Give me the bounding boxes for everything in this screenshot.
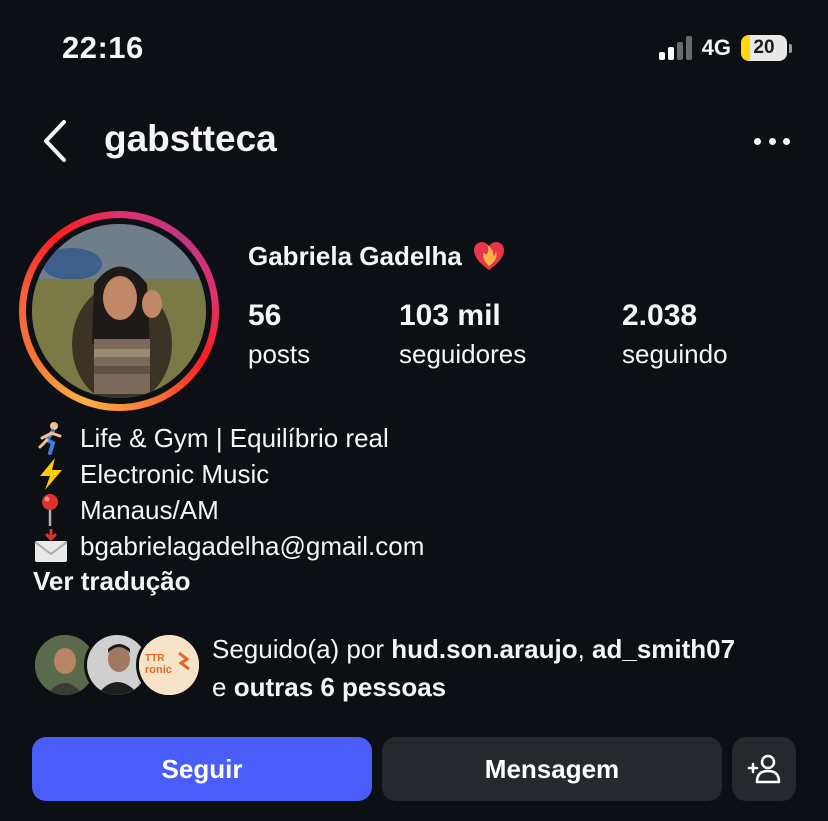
bio-line: Electronic Music — [33, 456, 424, 492]
profile-screen: 22:16 4G 20 gabstteca Gabriela Gadelha 5… — [0, 0, 828, 821]
network-type: 4G — [701, 35, 731, 60]
profile-avatar — [32, 224, 206, 398]
running-person-icon — [38, 422, 62, 455]
add-person-icon — [747, 754, 781, 784]
signal-icon — [658, 36, 692, 60]
bio-line: Manaus/AM — [33, 492, 424, 528]
bio-line: Life & Gym | Equilíbrio real — [33, 420, 424, 456]
bio-line: bgabrielagadelha@gmail.com — [33, 528, 424, 564]
status-indicators: 4G 20 — [658, 35, 792, 61]
pin-icon — [42, 494, 58, 526]
suggested-people-button[interactable] — [732, 737, 796, 801]
message-button[interactable]: Mensagem — [382, 737, 722, 801]
avatar-logo-text: TTR — [145, 653, 165, 664]
more-horizontal-icon[interactable] — [754, 126, 790, 156]
lightning-icon — [40, 458, 62, 490]
status-time: 22:16 — [62, 30, 144, 65]
see-translation-link[interactable]: Ver tradução — [33, 566, 191, 597]
followed-by-text[interactable]: Seguido(a) por hud.son.araujo, ad_smith0… — [212, 630, 812, 706]
chevron-left-icon[interactable] — [38, 118, 74, 164]
stat-posts[interactable]: 56 posts — [248, 298, 310, 372]
battery-icon: 20 — [741, 35, 792, 61]
follow-button[interactable]: Seguir — [32, 737, 372, 801]
battery-level: 20 — [753, 37, 775, 58]
profile-bio: Life & Gym | Equilíbrio real Electronic … — [33, 420, 424, 564]
stat-following[interactable]: 2.038 seguindo — [622, 298, 728, 372]
avatar: TTR ronic — [136, 632, 202, 698]
mutual-followers-avatars[interactable]: TTR ronic — [32, 632, 202, 698]
story-ring[interactable] — [19, 211, 219, 411]
envelope-icon — [34, 529, 68, 562]
stat-followers[interactable]: 103 mil seguidores — [399, 298, 526, 372]
profile-full-name: Gabriela Gadelha — [248, 240, 506, 272]
avatar-logo-text: ronic — [145, 664, 172, 676]
profile-username: gabstteca — [104, 118, 277, 159]
heart-on-fire-icon — [473, 242, 504, 270]
